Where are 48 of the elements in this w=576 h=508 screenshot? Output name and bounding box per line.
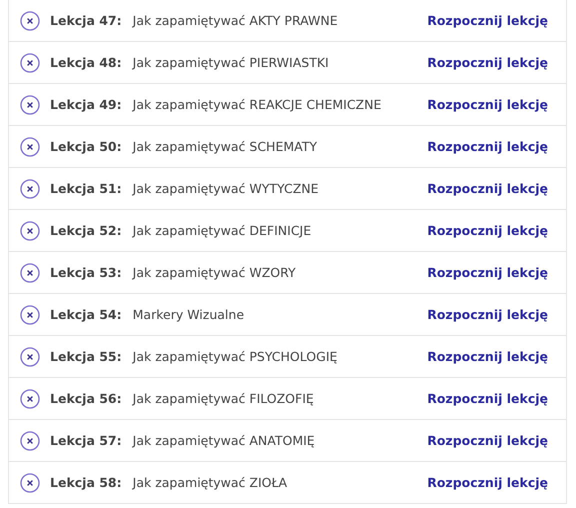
close-circle-icon [20,472,40,492]
lesson-number: Lekcja 53: [50,265,122,280]
lesson-number: Lekcja 56: [50,391,122,406]
close-circle-icon [20,304,40,324]
close-circle-icon [20,430,40,450]
start-lesson-link[interactable]: Rozpocznij lekcję [427,391,548,406]
lesson-number: Lekcja 54: [50,307,122,322]
lesson-number: Lekcja 58: [50,475,122,490]
lesson-title: Jak zapamiętywać WZORY [132,265,297,280]
start-lesson-link[interactable]: Rozpocznij lekcję [427,349,548,364]
close-circle-icon [20,52,40,72]
lesson-title: Jak zapamiętywać DEFINICJE [132,223,312,238]
close-circle-icon [20,220,40,240]
lesson-number: Lekcja 47: [50,13,122,28]
lesson-title: Jak zapamiętywać REAKCJE CHEMICZNE [132,97,382,112]
start-lesson-link[interactable]: Rozpocznij lekcję [427,265,548,280]
start-lesson-link[interactable]: Rozpocznij lekcję [427,139,548,154]
lesson-title: Markery Wizualne [132,307,246,322]
lesson-title: Jak zapamiętywać ANATOMIĘ [132,433,316,448]
lesson-number: Lekcja 52: [50,223,122,238]
start-lesson-link[interactable]: Rozpocznij lekcję [427,55,548,70]
lesson-title: Jak zapamiętywać PSYCHOLOGIĘ [132,349,338,364]
close-circle-icon [20,388,40,408]
lesson-number: Lekcja 48: [50,55,122,70]
lesson-title: Jak zapamiętywać AKTY PRAWNE [132,13,339,28]
start-lesson-link[interactable]: Rozpocznij lekcję [427,307,548,322]
lesson-number: Lekcja 55: [50,349,122,364]
lesson-number: Lekcja 49: [50,97,122,112]
close-circle-icon [20,94,40,114]
lesson-number: Lekcja 51: [50,181,122,196]
start-lesson-link[interactable]: Rozpocznij lekcję [427,13,548,28]
close-circle-icon [20,178,40,198]
lesson-number: Lekcja 57: [50,433,122,448]
close-circle-icon [20,136,40,156]
close-circle-icon [20,346,40,366]
start-lesson-link[interactable]: Rozpocznij lekcję [427,433,548,448]
close-circle-icon [20,262,40,282]
start-lesson-link[interactable]: Rozpocznij lekcję [427,475,548,490]
close-circle-icon [20,10,40,30]
start-lesson-link[interactable]: Rozpocznij lekcję [427,181,548,196]
start-lesson-link[interactable]: Rozpocznij lekcję [427,223,548,238]
lesson-number: Lekcja 50: [50,139,122,154]
lesson-title: Jak zapamiętywać FILOZOFIĘ [132,391,315,406]
lesson-title: Jak zapamiętywać PIERWIASTKI [132,55,330,70]
lesson-title: Jak zapamiętywać SCHEMATY [132,139,318,154]
lesson-title: Jak zapamiętywać WYTYCZNE [132,181,320,196]
lesson-title: Jak zapamiętywać ZIOŁA [132,475,288,490]
start-lesson-link[interactable]: Rozpocznij lekcję [427,97,548,112]
